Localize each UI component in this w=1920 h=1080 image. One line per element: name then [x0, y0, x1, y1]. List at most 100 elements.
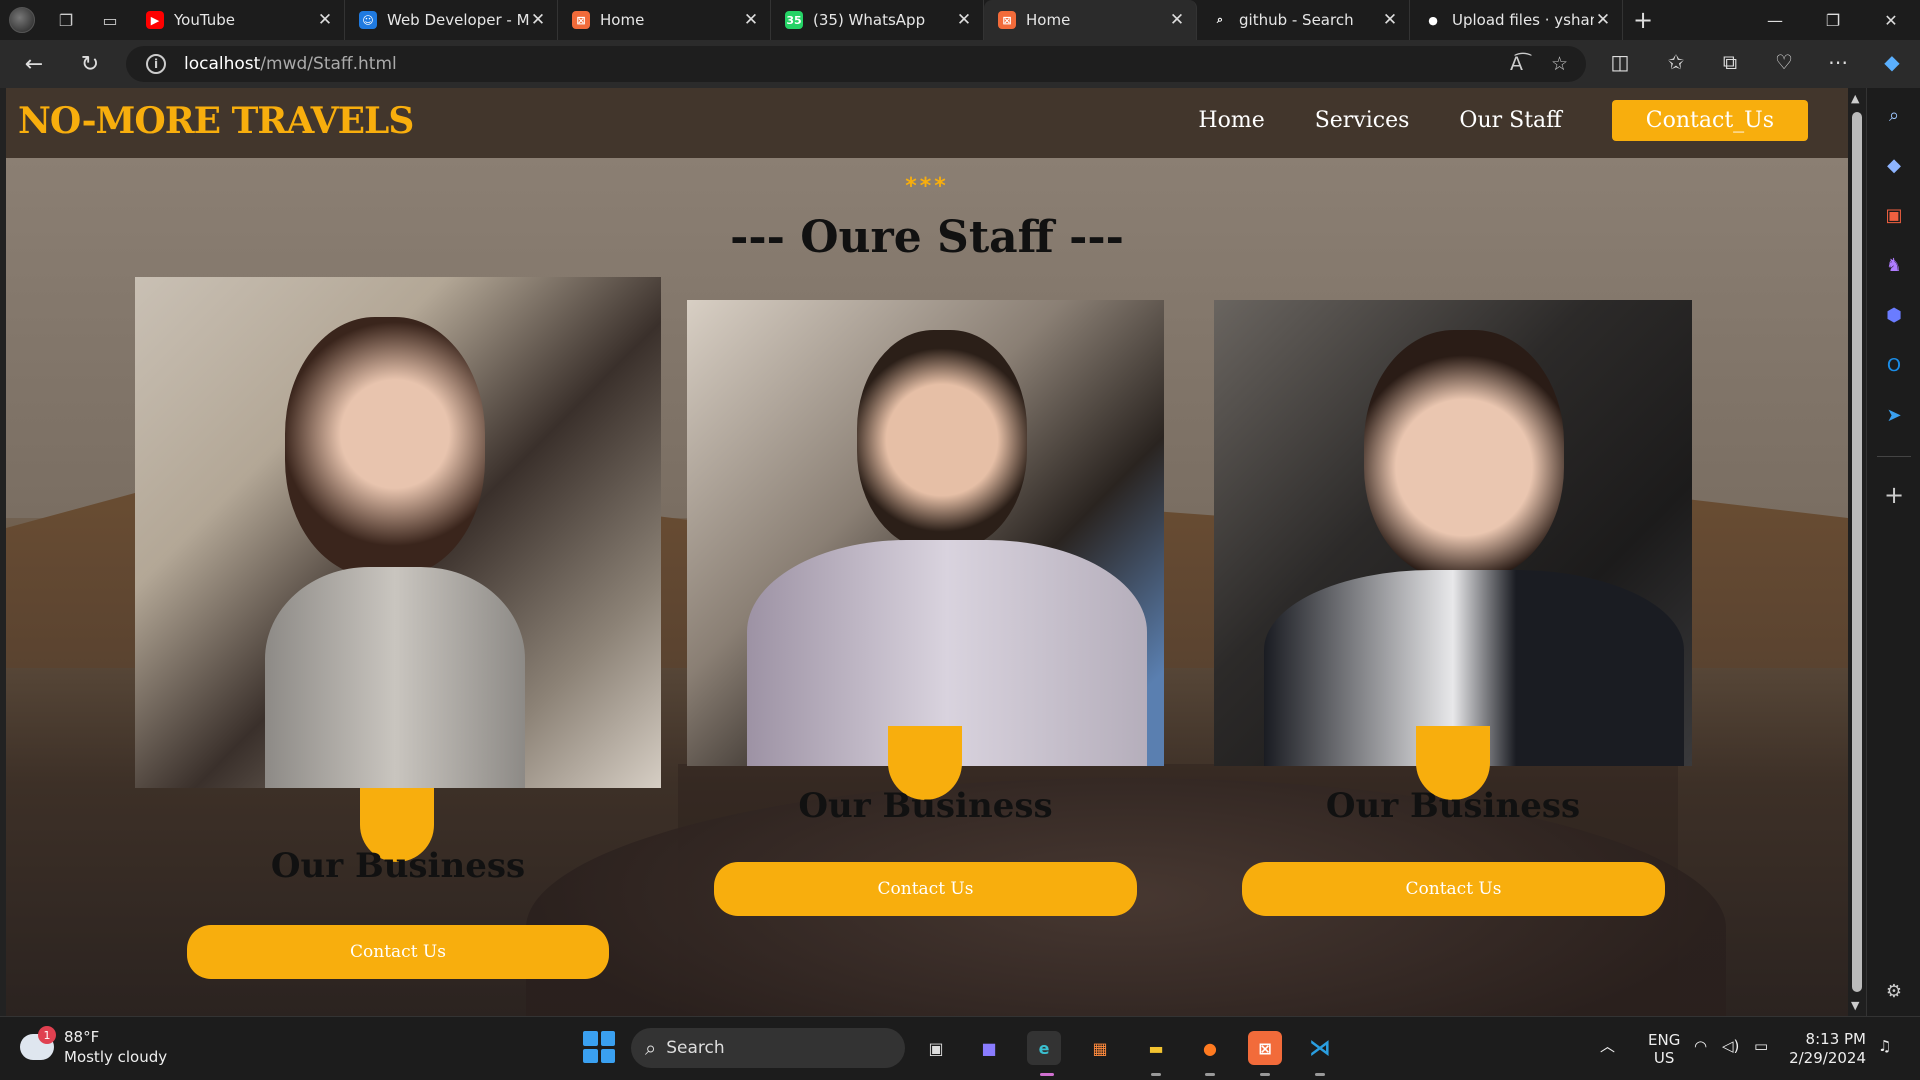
profile-button[interactable]: [0, 0, 44, 40]
browser-tab-2[interactable]: ⊠ Home ✕: [558, 0, 771, 40]
tray-chevron-icon[interactable]: ︿: [1600, 1035, 1615, 1056]
nav-services[interactable]: Services: [1315, 108, 1410, 133]
nav-home[interactable]: Home: [1198, 108, 1264, 133]
tab-title: Home: [1026, 11, 1071, 29]
card-1-contact-button[interactable]: Contact Us: [187, 925, 609, 979]
volume-icon[interactable]: ◁): [1722, 1037, 1739, 1055]
tab-close-icon[interactable]: ✕: [1594, 10, 1612, 30]
refresh-button[interactable]: ↻: [68, 44, 112, 84]
tab-strip: ▶ YouTube ✕ ☺ Web Developer - M ✕ ⊠ Home ✕ 35 (35)…: [132, 0, 1623, 40]
teams-icon[interactable]: ■: [972, 1031, 1006, 1065]
back-button[interactable]: ←: [12, 44, 56, 84]
tab-close-icon[interactable]: ✕: [529, 10, 547, 30]
site-header: NO-MORE TRAVELS Home Services Our Staff …: [6, 88, 1848, 158]
tab-close-icon[interactable]: ✕: [1168, 10, 1186, 30]
tab-favicon-icon: 35: [785, 11, 803, 29]
tab-close-icon[interactable]: ✕: [316, 10, 334, 30]
weather-desc: Mostly cloudy: [64, 1048, 168, 1066]
taskbar-search-label: Search: [666, 1038, 725, 1058]
scroll-up-arrow-icon[interactable]: ▲: [1851, 92, 1859, 105]
browser-tab-1[interactable]: ☺ Web Developer - M ✕: [345, 0, 558, 40]
tab-close-icon[interactable]: ✕: [1381, 10, 1399, 30]
tab-favicon-icon: ⌕: [1211, 11, 1229, 29]
taskbar-search[interactable]: ⌕ Search: [631, 1028, 905, 1068]
edge-sidebar: ⌕ ◆ ▣ ♞ ⬢ O ➤ + ⚙: [1866, 88, 1920, 1016]
weather-temp: 88°F: [64, 1028, 100, 1046]
site-logo[interactable]: NO-MORE TRAVELS: [18, 100, 414, 142]
battery-icon[interactable]: ▭: [1754, 1037, 1768, 1055]
scroll-down-arrow-icon[interactable]: ▼: [1851, 999, 1859, 1012]
address-field[interactable]: i localhost/mwd/Staff.html A͡ ☆: [126, 46, 1586, 82]
copilot-icon[interactable]: ◆: [1872, 44, 1912, 80]
nav-our-staff[interactable]: Our Staff: [1459, 108, 1561, 133]
clock-date: 2/29/2024: [1789, 1049, 1866, 1067]
close-window-icon[interactable]: ✕: [1862, 0, 1920, 40]
tab-title: Upload files · ysham: [1452, 11, 1594, 29]
browser-essentials-icon[interactable]: ♡: [1764, 44, 1804, 80]
card-3-contact-button[interactable]: Contact Us: [1242, 862, 1665, 916]
more-menu-icon[interactable]: ⋯: [1818, 44, 1858, 80]
lang-top: ENG: [1648, 1031, 1681, 1049]
task-view-icon[interactable]: ▣: [919, 1031, 953, 1065]
new-tab-button[interactable]: +: [1623, 6, 1663, 34]
start-button[interactable]: [583, 1031, 615, 1063]
card-3-caption: Our Business: [1325, 786, 1581, 826]
sidebar-settings-icon[interactable]: ⚙: [1881, 978, 1907, 1004]
notifications-bell-icon[interactable]: ♫: [1878, 1037, 1891, 1055]
explorer-indicator: [1151, 1073, 1161, 1076]
clock-time: 8:13 PM: [1805, 1030, 1866, 1048]
page-viewport: NO-MORE TRAVELS Home Services Our Staff …: [0, 88, 1848, 1016]
language-indicator[interactable]: ENG US: [1648, 1031, 1680, 1067]
sidebar-outlook-icon[interactable]: O: [1881, 352, 1907, 378]
tab-close-icon[interactable]: ✕: [742, 10, 760, 30]
card-2-contact-button[interactable]: Contact Us: [714, 862, 1137, 916]
tab-close-icon[interactable]: ✕: [955, 10, 973, 30]
browser-tab-6[interactable]: ● Upload files · ysham ✕: [1410, 0, 1623, 40]
restore-icon[interactable]: ❐: [1804, 0, 1862, 40]
browser-tab-3[interactable]: 35 (35) WhatsApp ✕: [771, 0, 984, 40]
scrollbar-thumb[interactable]: [1852, 112, 1862, 992]
tab-actions-icon[interactable]: ▭: [88, 0, 132, 40]
sidebar-m365-icon[interactable]: ⬢: [1881, 302, 1907, 328]
lang-bottom: US: [1653, 1049, 1675, 1067]
sidebar-games-icon[interactable]: ♞: [1881, 252, 1907, 278]
heading-stars: ***: [905, 174, 949, 199]
staff-photo-1-portrait: [285, 317, 485, 577]
staff-photo-1: [135, 277, 661, 788]
profile-avatar: [9, 7, 35, 33]
staff-photo-3-portrait: [1364, 330, 1564, 580]
sidebar-add-icon[interactable]: +: [1881, 481, 1907, 509]
favorites-icon[interactable]: ✩: [1656, 44, 1696, 80]
minimize-icon[interactable]: —: [1746, 0, 1804, 40]
page-title: --- Oure Staff ---: [730, 212, 1124, 263]
edge-icon[interactable]: e: [1027, 1031, 1061, 1065]
staff-photo-3: [1214, 300, 1692, 766]
firefox-icon[interactable]: ●: [1193, 1031, 1227, 1065]
favorite-star-icon[interactable]: ☆: [1551, 53, 1568, 75]
vscode-icon[interactable]: ⋊: [1303, 1031, 1337, 1065]
site-info-icon[interactable]: i: [146, 54, 166, 74]
edge-active-indicator: [1040, 1073, 1054, 1076]
nav-contact-button[interactable]: Contact_Us: [1611, 100, 1808, 141]
sidebar-drop-icon[interactable]: ➤: [1881, 402, 1907, 428]
wifi-icon[interactable]: ◠: [1694, 1037, 1707, 1055]
workspaces-icon[interactable]: ❐: [44, 0, 88, 40]
sidebar-search-icon[interactable]: ⌕: [1881, 102, 1907, 128]
browser-tab-5[interactable]: ⌕ github - Search ✕: [1197, 0, 1410, 40]
tab-favicon-icon: ▶: [146, 11, 164, 29]
windows-taskbar: 1 88°F Mostly cloudy ⌕ Search ▣ ■ e ▦ ▬ …: [0, 1016, 1920, 1080]
store-icon[interactable]: ▦: [1083, 1031, 1117, 1065]
file-explorer-icon[interactable]: ▬: [1139, 1031, 1173, 1065]
xampp-icon[interactable]: ⊠: [1248, 1031, 1282, 1065]
sidebar-shopping-icon[interactable]: ◆: [1881, 152, 1907, 178]
sidebar-tools-icon[interactable]: ▣: [1881, 202, 1907, 228]
browser-tab-0[interactable]: ▶ YouTube ✕: [132, 0, 345, 40]
read-aloud-icon[interactable]: A͡: [1510, 53, 1523, 75]
weather-widget[interactable]: 1 88°F Mostly cloudy: [20, 1026, 168, 1067]
browser-tab-4[interactable]: ⊠ Home ✕: [984, 0, 1197, 40]
weather-badge: 1: [38, 1026, 56, 1044]
taskbar-clock[interactable]: 8:13 PM 2/29/2024: [1789, 1030, 1866, 1068]
page-scrollbar[interactable]: ▲ ▼: [1848, 88, 1866, 1016]
collections-icon[interactable]: ⧉: [1710, 44, 1750, 80]
split-screen-icon[interactable]: ◫: [1600, 44, 1640, 80]
